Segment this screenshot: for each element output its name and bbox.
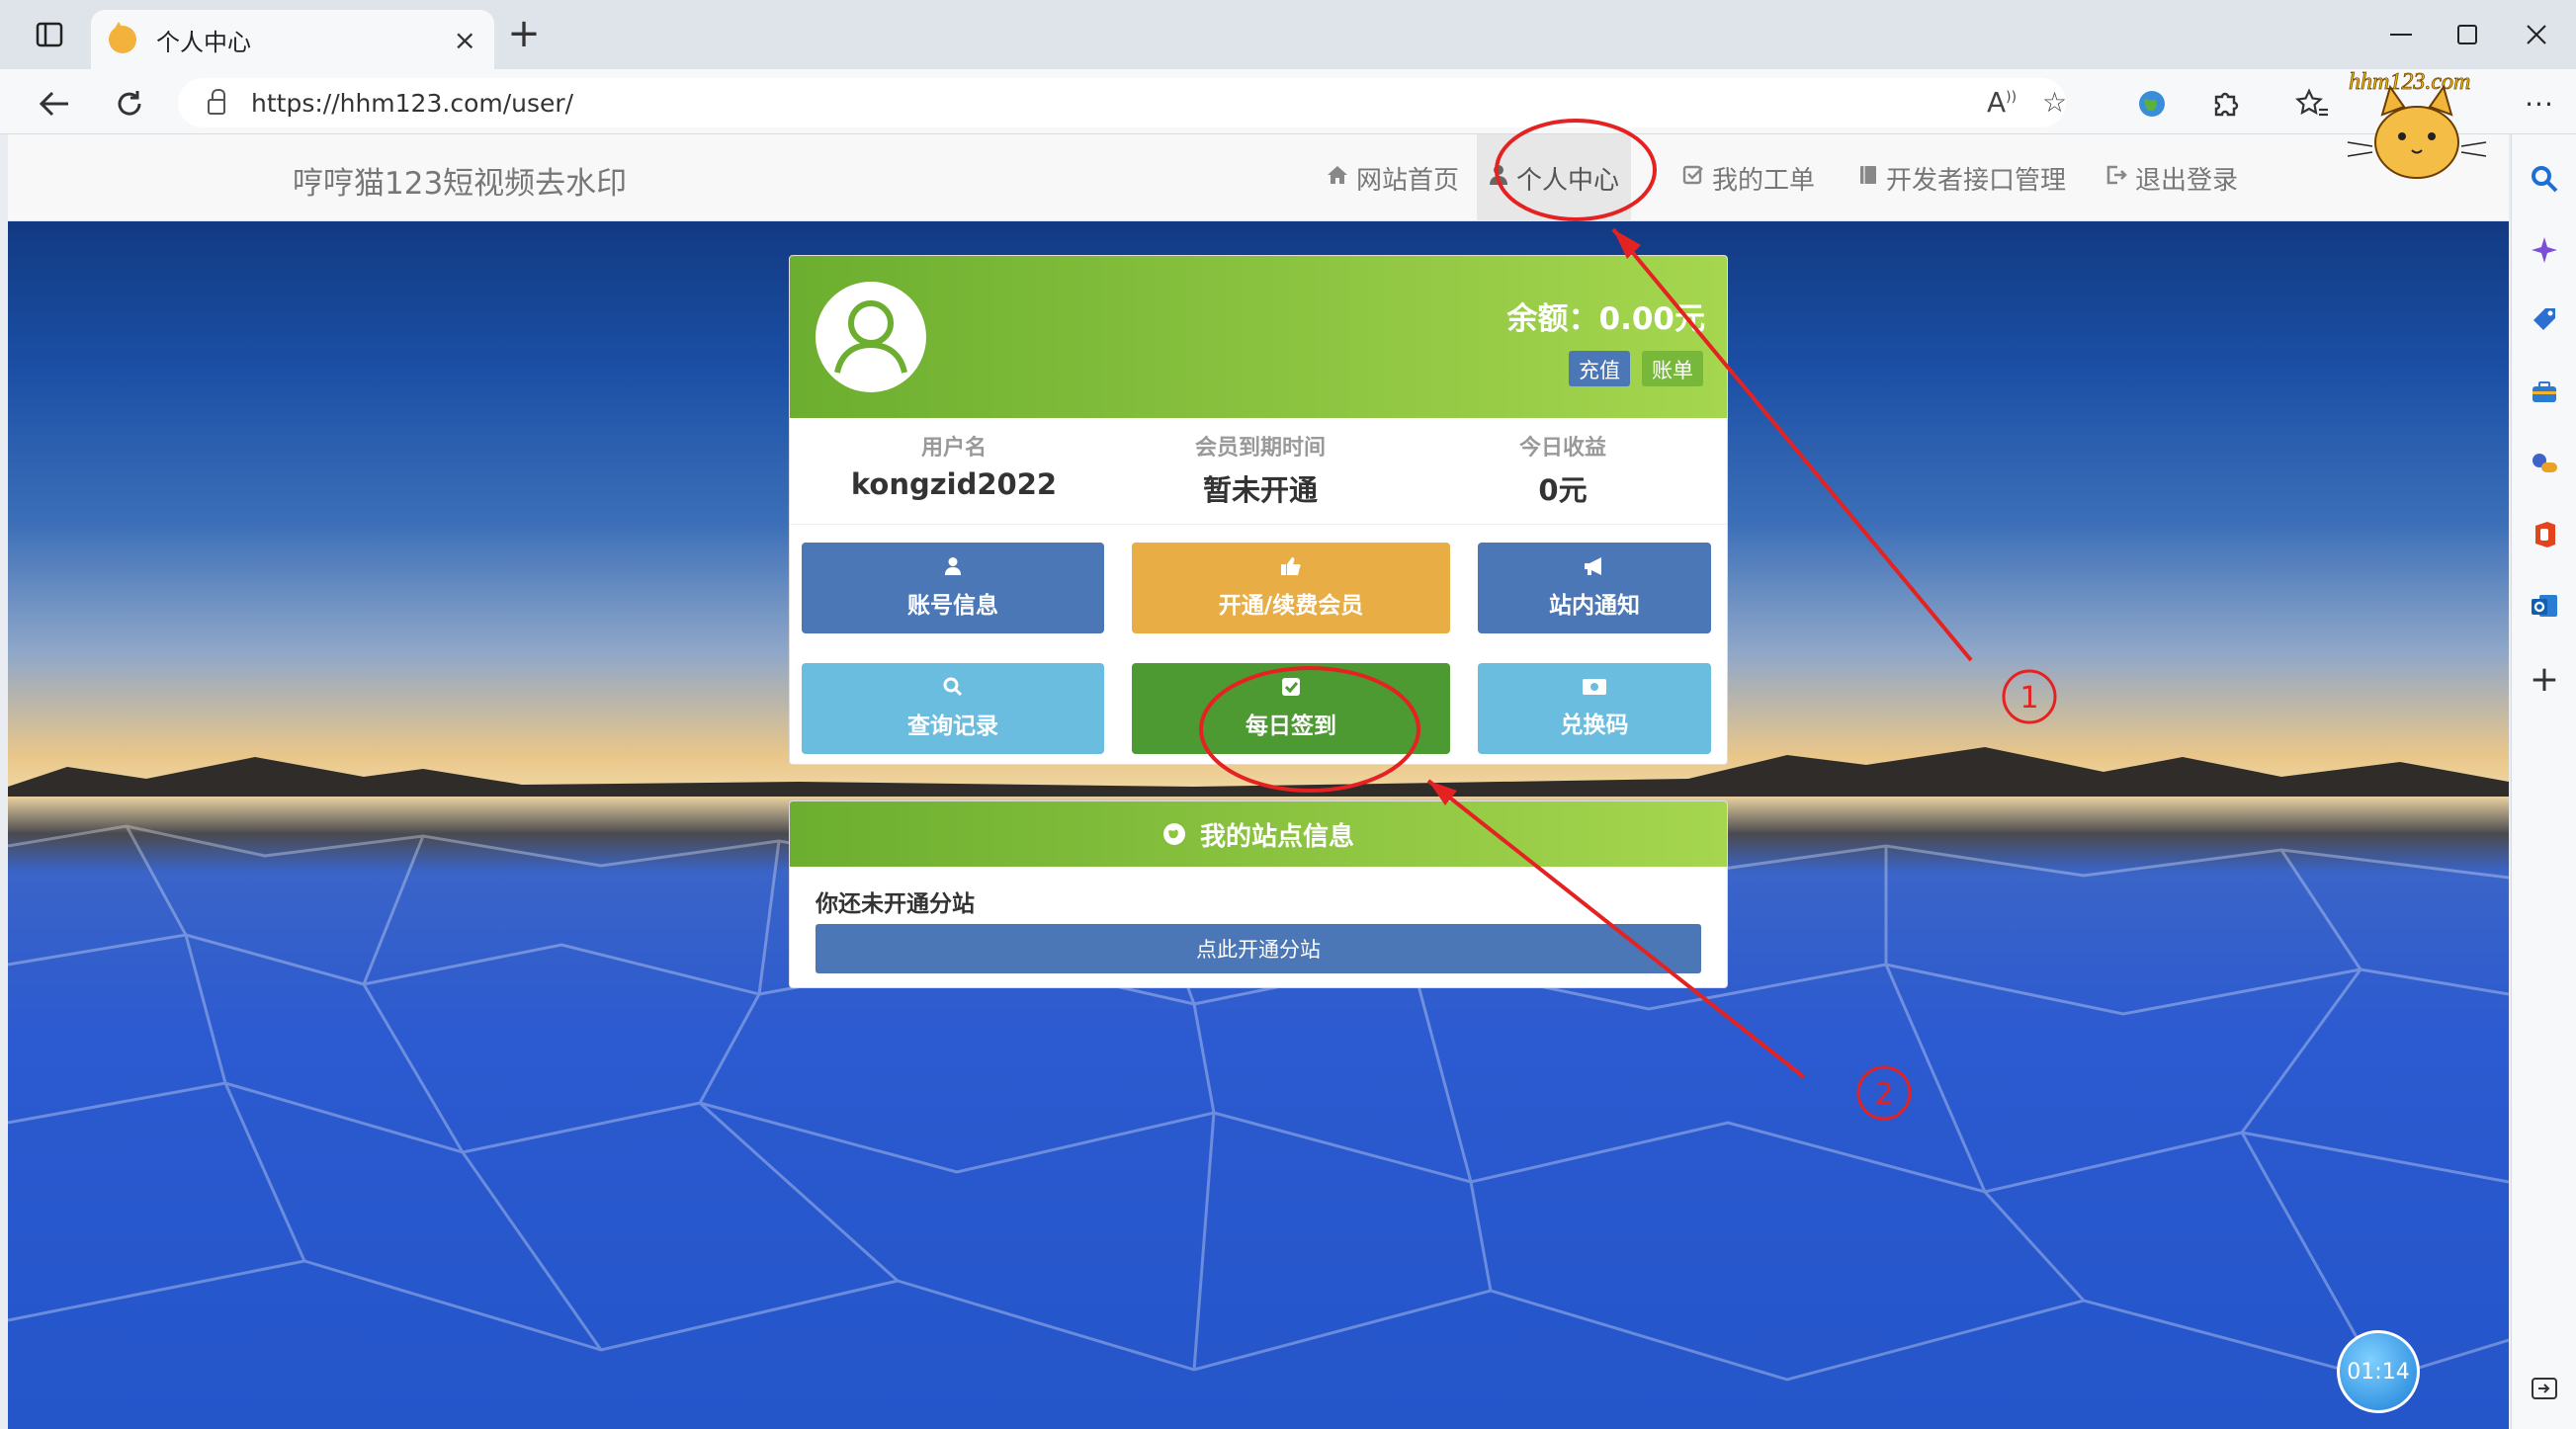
new-tab-button[interactable]: + [504, 14, 544, 53]
url-field[interactable]: https://hhm123.com/user/ A)) ☆ [178, 78, 2067, 127]
favorites-icon[interactable] [2291, 83, 2333, 125]
query-records-button[interactable]: 查询记录 [802, 663, 1104, 754]
search-icon [802, 677, 1104, 703]
stat-today-earnings: 今日收益 0元 [1434, 430, 1691, 509]
redeem-code-button[interactable]: 兑换码 [1478, 663, 1711, 754]
site-notice-button[interactable]: 站内通知 [1478, 543, 1711, 633]
settings-more-icon[interactable]: ··· [2519, 83, 2560, 125]
site-navbar: 哼哼猫123短视频去水印 网站首页 个人中心 我的工单 开发者接口管理 退出登录 [8, 134, 2509, 221]
stat-today-earnings-label: 今日收益 [1518, 436, 1606, 461]
checkbox-icon [1132, 677, 1450, 703]
user-icon [1489, 164, 1508, 192]
stat-membership-expiry-label: 会员到期时间 [1194, 436, 1326, 461]
tab-close-icon[interactable]: × [454, 24, 476, 56]
book-icon [1858, 164, 1878, 192]
favorite-add-icon[interactable]: ☆ [2042, 86, 2067, 119]
maximize-icon[interactable] [2428, 0, 2507, 69]
site-notice-label: 站内通知 [1549, 593, 1640, 619]
site-info-message: 你还未开通分站 [816, 891, 975, 917]
add-sidebar-app-icon[interactable]: + [2524, 658, 2565, 700]
tools-briefcase-icon[interactable] [2524, 372, 2565, 413]
checkbox-icon [1682, 164, 1704, 192]
hide-sidebar-icon[interactable] [2524, 1368, 2565, 1409]
site-info-body: 你还未开通分站 点此开通分站 [790, 867, 1727, 987]
stat-membership-expiry-value: 暂未开通 [1202, 473, 1318, 507]
cat-favicon-icon [109, 22, 136, 53]
copilot-sparkle-icon[interactable] [2524, 229, 2565, 271]
nav-home[interactable]: 网站首页 [1315, 134, 1471, 221]
games-icon[interactable] [2524, 443, 2565, 484]
redeem-code-label: 兑换码 [1560, 713, 1629, 738]
shopping-tag-icon[interactable] [2524, 300, 2565, 342]
url-text: https://hhm123.com/user/ [251, 88, 574, 118]
browser-tab-bar: 个人中心 × + [0, 0, 2576, 69]
outlook-icon[interactable] [2524, 585, 2565, 627]
globe-icon [1162, 822, 1186, 846]
user-stats: 用户名 kongzid2022 会员到期时间 暂未开通 今日收益 0元 [790, 418, 1727, 525]
account-info-button[interactable]: 账号信息 [802, 543, 1104, 633]
nav-user-center-label: 个人中心 [1516, 165, 1620, 196]
address-toolbar: https://hhm123.com/user/ A)) ☆ ··· [0, 69, 2576, 134]
user-icon [802, 556, 1104, 582]
nav-developer-api[interactable]: 开发者接口管理 [1846, 134, 2078, 221]
tab-title: 个人中心 [156, 28, 251, 56]
default-avatar-icon [834, 300, 907, 374]
nav-logout[interactable]: 退出登录 [2094, 134, 2250, 221]
nav-logout-label: 退出登录 [2135, 165, 2239, 196]
back-icon[interactable] [32, 81, 77, 126]
stat-username-value: kongzid2022 [850, 467, 1058, 501]
nav-user-center[interactable]: 个人中心 [1477, 134, 1632, 221]
earth-extension-icon[interactable] [2131, 83, 2173, 125]
balance-text: 余额：0.00元 [1506, 301, 1706, 337]
nav-my-tickets[interactable]: 我的工单 [1671, 134, 1827, 221]
page-viewport: 哼哼猫123短视频去水印 网站首页 个人中心 我的工单 开发者接口管理 退出登录 [8, 134, 2509, 1429]
account-info-label: 账号信息 [907, 593, 998, 619]
nav-home-label: 网站首页 [1356, 165, 1460, 196]
office-icon[interactable] [2524, 514, 2565, 555]
logout-icon [2105, 164, 2127, 192]
site-info-header: 我的站点信息 [790, 801, 1727, 867]
browser-tab-active[interactable]: 个人中心 × [91, 10, 494, 69]
recording-timer[interactable]: 01:14 [2337, 1330, 2420, 1413]
thumbs-up-icon [1132, 556, 1450, 582]
profile-header: 余额：0.00元 充值 账单 [790, 256, 1727, 418]
home-icon [1327, 164, 1348, 192]
search-icon[interactable] [2524, 158, 2565, 200]
open-substation-button[interactable]: 点此开通分站 [816, 924, 1701, 973]
cat-mascot-logo: hhm123.com [2343, 65, 2491, 194]
bullhorn-icon [1478, 556, 1711, 582]
lock-icon [208, 89, 225, 115]
stat-membership-expiry: 会员到期时间 暂未开通 [1132, 430, 1389, 509]
refresh-icon[interactable] [107, 81, 152, 126]
user-profile-card: 余额：0.00元 充值 账单 用户名 kongzid2022 会员到期时间 暂未… [789, 255, 1728, 765]
read-aloud-icon[interactable]: A)) [1987, 86, 2017, 119]
extensions-icon[interactable] [2204, 83, 2246, 125]
site-info-card: 我的站点信息 你还未开通分站 点此开通分站 [789, 800, 1728, 988]
stat-username: 用户名 kongzid2022 [825, 430, 1082, 501]
query-records-label: 查询记录 [907, 714, 998, 739]
daily-checkin-label: 每日签到 [1245, 714, 1336, 739]
membership-renew-label: 开通/续费会员 [1218, 593, 1364, 619]
membership-renew-button[interactable]: 开通/续费会员 [1132, 543, 1450, 633]
svg-text:hhm123.com: hhm123.com [2349, 69, 2470, 95]
stat-username-label: 用户名 [920, 436, 987, 461]
nav-developer-api-label: 开发者接口管理 [1886, 165, 2067, 196]
edge-sidebar: + [2511, 134, 2576, 1429]
daily-checkin-button[interactable]: 每日签到 [1132, 663, 1450, 754]
sidebar-toggle-icon[interactable] [10, 0, 89, 69]
site-info-title: 我的站点信息 [1199, 821, 1354, 852]
money-icon [1478, 677, 1711, 702]
close-window-icon[interactable] [2497, 0, 2576, 69]
bill-button[interactable]: 账单 [1642, 351, 1703, 386]
recharge-button[interactable]: 充值 [1569, 351, 1630, 386]
avatar[interactable] [816, 282, 926, 392]
nav-my-tickets-label: 我的工单 [1712, 165, 1816, 196]
stat-today-earnings-value: 0元 [1538, 473, 1588, 507]
site-brand[interactable]: 哼哼猫123短视频去水印 [293, 158, 627, 203]
